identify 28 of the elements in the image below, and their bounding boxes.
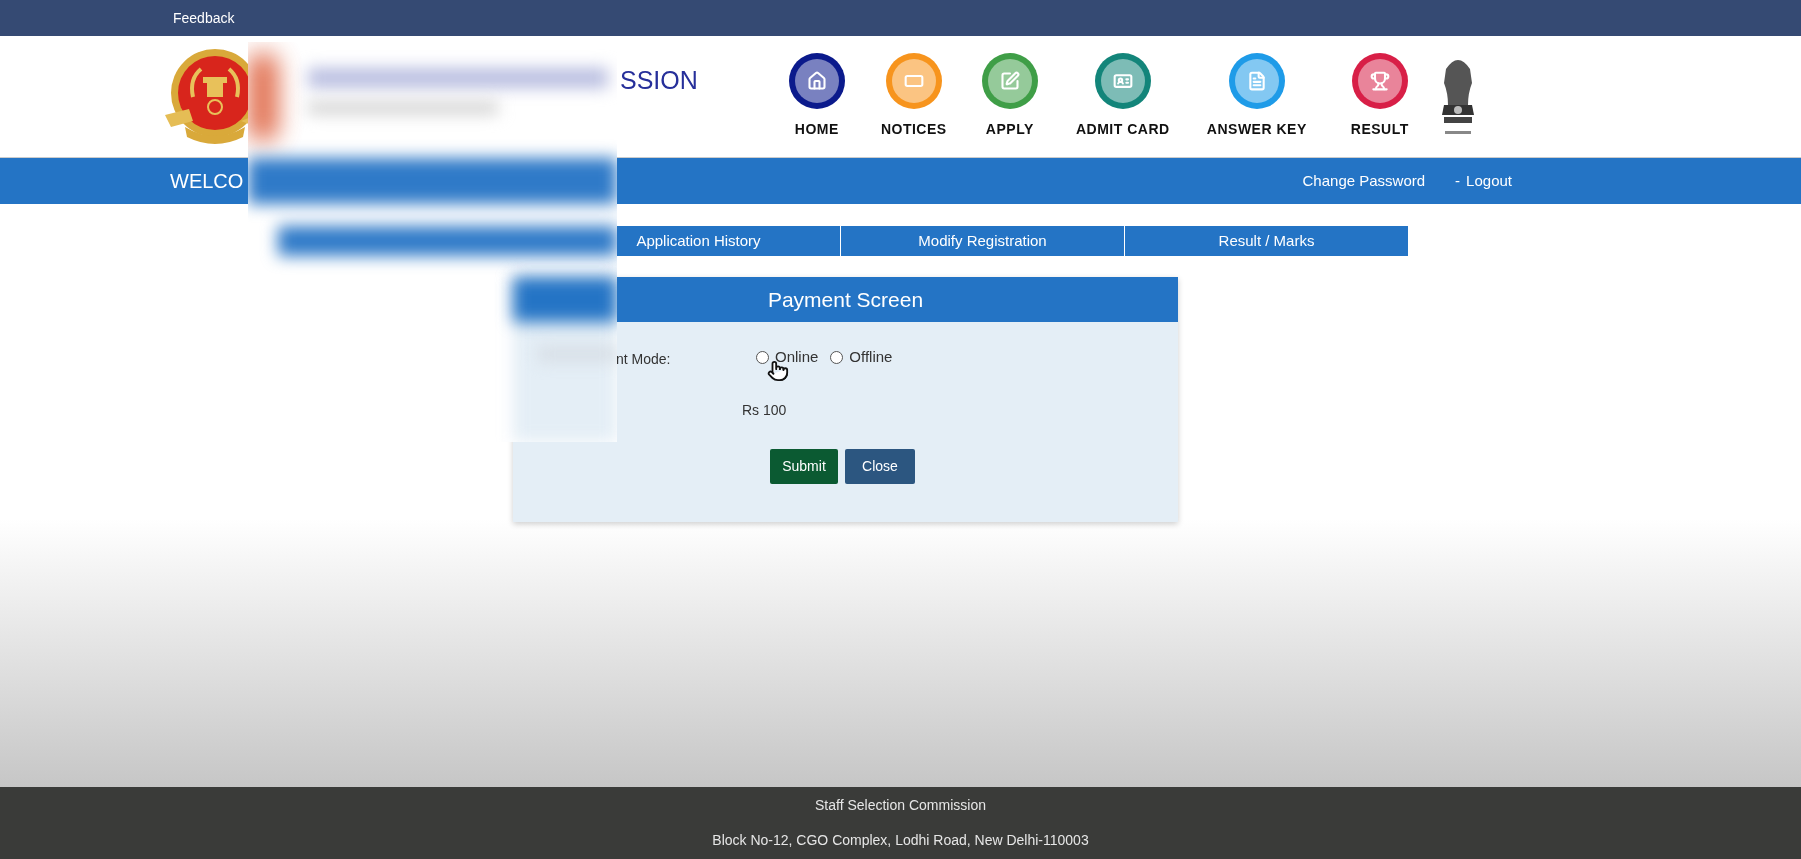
document-icon: [1246, 71, 1267, 91]
amount-value: Rs 100: [742, 402, 787, 418]
nav-link[interactable]: RESULT: [1323, 53, 1436, 140]
id-card-icon: [1112, 71, 1133, 91]
nav-link[interactable]: ADMIT CARD: [1055, 53, 1190, 140]
site-title: SSION: [620, 65, 698, 96]
footer-title: Staff Selection Commission: [815, 796, 986, 815]
link-separator: -: [1455, 170, 1461, 191]
nav-link[interactable]: ANSWER KEY: [1189, 53, 1324, 140]
nav-tab[interactable]: Modify Registration: [840, 226, 1124, 256]
nav-link[interactable]: NOTICES: [863, 53, 964, 140]
house-icon: [806, 71, 827, 91]
nav-link[interactable]: APPLY: [963, 53, 1056, 140]
nav-tab[interactable]: Result / Marks: [1124, 226, 1408, 256]
feedback-link[interactable]: Feedback: [173, 7, 235, 29]
nav-link[interactable]: HOME: [769, 53, 864, 140]
trophy-icon: [1369, 71, 1390, 91]
change-password-link[interactable]: Change Password: [1302, 169, 1426, 193]
submit-button[interactable]: Submit: [770, 449, 838, 484]
footer-address: Block No-12, CGO Complex, Lodhi Road, New Delhi-110003: [712, 831, 1089, 850]
close-button[interactable]: Close: [845, 449, 915, 484]
welcome-text: WELCO: [170, 169, 244, 194]
field-label: nt Mode:: [616, 350, 672, 369]
hand-cursor-icon: [767, 360, 789, 382]
radio-option[interactable]: Online: [756, 346, 819, 369]
radio-option[interactable]: Offline: [830, 346, 893, 369]
pencil-square-icon: [999, 71, 1020, 91]
logout-link[interactable]: Logout: [1466, 169, 1512, 193]
